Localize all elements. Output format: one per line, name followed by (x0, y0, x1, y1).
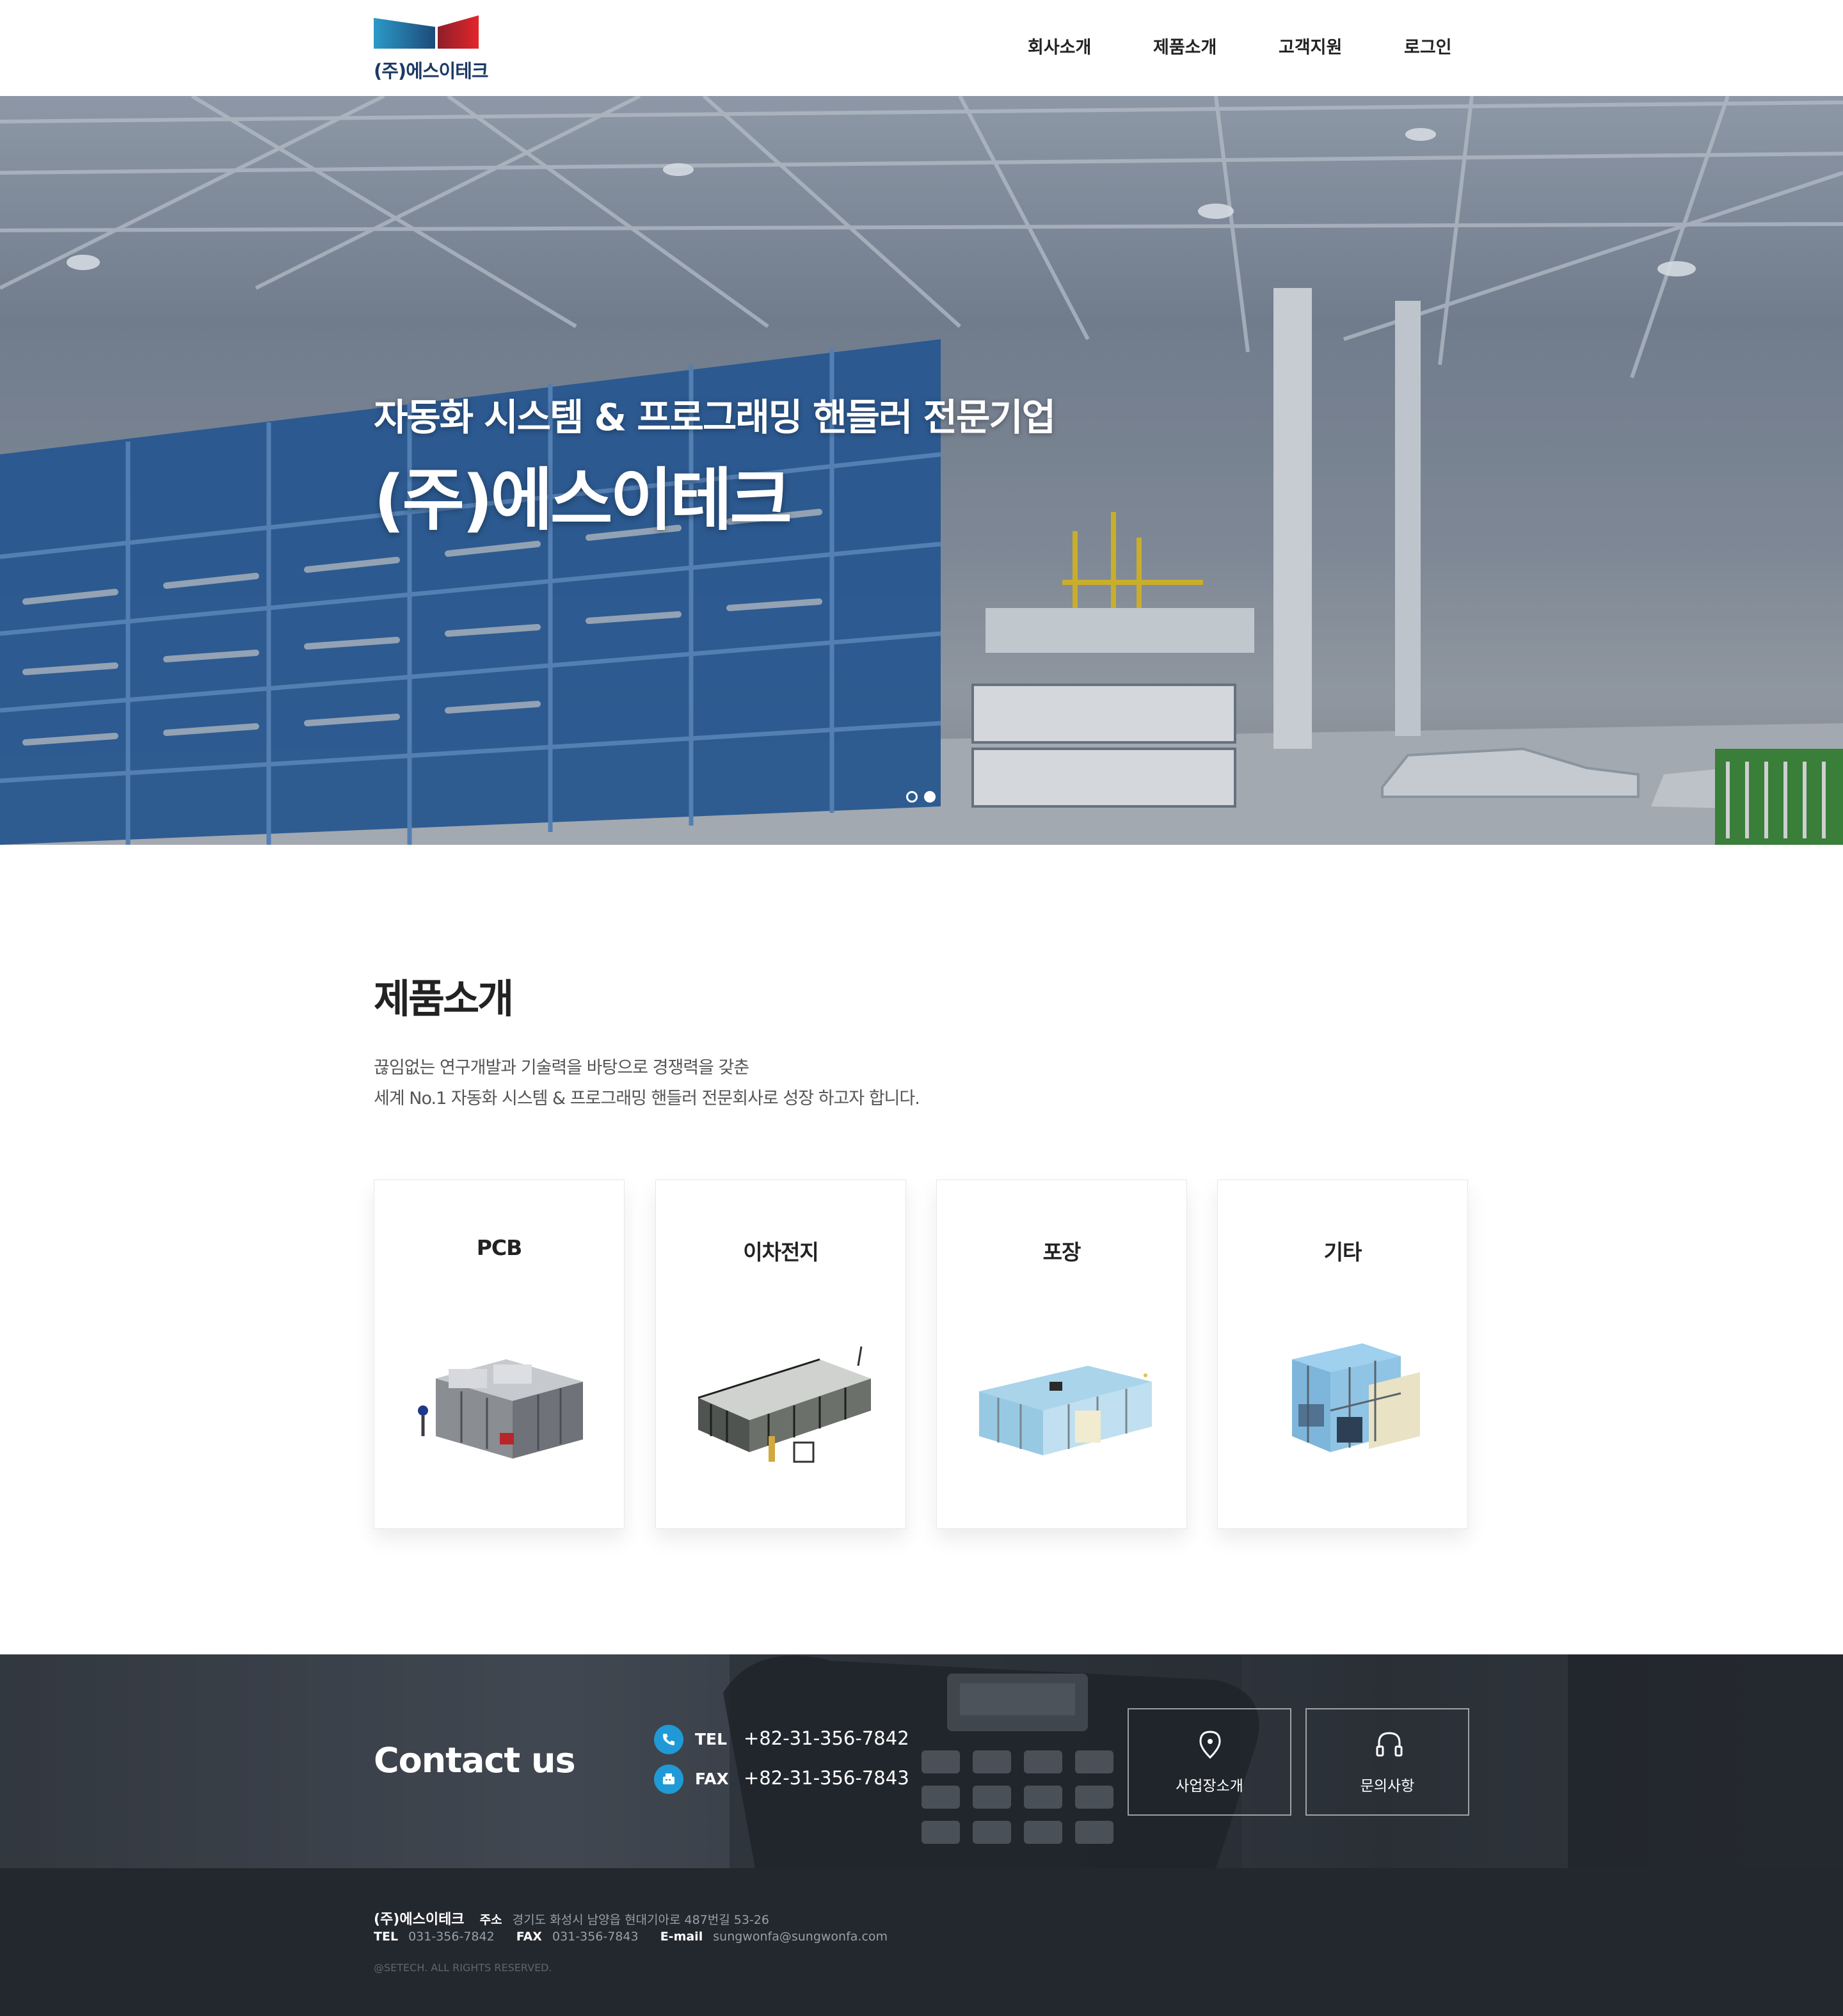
factory-background-image (0, 96, 1843, 845)
inquiry-label: 문의사항 (1360, 1778, 1415, 1795)
footer-contact-row: TEL 031-356-7842 FAX 031-356-7843 E-mail… (374, 1930, 888, 1944)
contact-title: Contact us (374, 1740, 576, 1780)
product-card-title: 포장 (1042, 1240, 1081, 1265)
product-card-secondary-battery[interactable]: 이차전지 (655, 1180, 906, 1529)
tel-number[interactable]: +82-31-356-7842 (744, 1727, 909, 1749)
footer-tel: 031-356-7842 (408, 1930, 495, 1944)
nav-products[interactable]: 제품소개 (1153, 32, 1217, 64)
hero-banner: 자동화 시스템 & 프로그래밍 핸들러 전문기업 (주)에스이테크 (0, 96, 1843, 845)
fax-label: FAX (695, 1770, 729, 1788)
product-card-pcb[interactable]: PCB (374, 1180, 625, 1529)
contact-section: Contact us TEL +82-31-356-7842 FAX +82-3… (0, 1654, 1843, 1868)
office-phone-background-image (0, 1654, 1843, 1868)
others-machine-image (1292, 1343, 1420, 1452)
logo-mark-icon (374, 15, 479, 49)
footer-email[interactable]: sungwonfa@sungwonfa.com (713, 1930, 888, 1944)
footer-company-name: (주)에스이테크 (374, 1912, 465, 1928)
packaging-machine-image (979, 1366, 1152, 1455)
footer-fax-label: FAX (516, 1930, 542, 1944)
site-header: (주)에스이테크 회사소개 제품소개 고객지원 로그인 (0, 0, 1843, 96)
map-pin-icon (1199, 1731, 1221, 1759)
footer-email-label: E-mail (660, 1930, 703, 1944)
phone-icon (654, 1725, 683, 1754)
headset-icon (1376, 1732, 1403, 1757)
tel-label: TEL (695, 1730, 728, 1748)
product-card-title: 이차전지 (743, 1240, 818, 1265)
nav-login[interactable]: 로그인 (1404, 32, 1452, 64)
products-description-line-2: 세계 No.1 자동화 시스템 & 프로그래밍 핸들러 전문회사로 성장 하고자… (374, 1089, 920, 1108)
pcb-machine-image (418, 1359, 583, 1459)
footer-copyright: @SETECH. ALL RIGHTS RESERVED. (374, 1962, 552, 1974)
logo-text: (주)에스이테크 (374, 60, 489, 82)
hero-title: (주)에스이테크 (374, 461, 792, 540)
slide-indicator-1[interactable] (906, 791, 918, 803)
footer-tel-label: TEL (374, 1930, 399, 1944)
fax-number: +82-31-356-7843 (744, 1767, 909, 1789)
footer-address: 경기도 화성시 남양읍 현대기아로 487번길 53-26 (512, 1913, 769, 1927)
product-card-packaging[interactable]: 포장 (936, 1180, 1187, 1529)
fax-icon (654, 1764, 683, 1794)
hero-subtitle: 자동화 시스템 & 프로그래밍 핸들러 전문기업 (374, 396, 1056, 439)
slide-indicator-2-active[interactable] (924, 791, 936, 803)
company-logo[interactable]: (주)에스이테크 (374, 15, 489, 82)
footer-fax: 031-356-7843 (552, 1930, 639, 1944)
products-description-line-1: 끊임없는 연구개발과 기술력을 바탕으로 경쟁력을 갖춘 (374, 1058, 749, 1078)
nav-company[interactable]: 회사소개 (1028, 32, 1091, 64)
inquiry-button[interactable]: 문의사항 (1305, 1708, 1469, 1816)
battery-machine-image (698, 1346, 871, 1463)
products-section-title: 제품소개 (374, 975, 514, 1022)
nav-support[interactable]: 고객지원 (1279, 32, 1342, 64)
site-footer: (주)에스이테크 주소 경기도 화성시 남양읍 현대기아로 487번길 53-2… (0, 1868, 1843, 2016)
footer-address-label: 주소 (479, 1913, 502, 1927)
product-card-title: 기타 (1323, 1240, 1362, 1265)
product-card-others[interactable]: 기타 (1217, 1180, 1468, 1529)
business-location-label: 사업장소개 (1176, 1778, 1243, 1795)
product-card-title: PCB (476, 1235, 523, 1260)
business-location-button[interactable]: 사업장소개 (1128, 1708, 1291, 1816)
footer-address-row: (주)에스이테크 주소 경기도 화성시 남양읍 현대기아로 487번길 53-2… (374, 1908, 769, 1928)
